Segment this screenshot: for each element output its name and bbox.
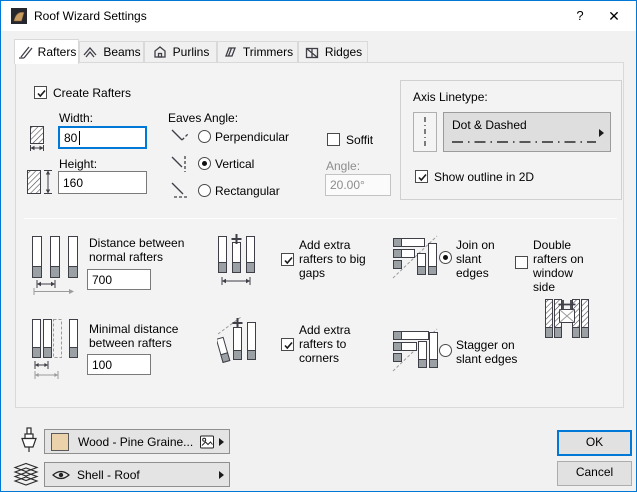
surface-paint-brush-icon: [19, 427, 39, 453]
show-outline-label: Show outline in 2D: [434, 170, 534, 184]
distance-normal-input[interactable]: [87, 269, 151, 290]
angle-input: [325, 174, 391, 196]
tab-rafters[interactable]: Rafters: [14, 39, 79, 64]
minimal-distance-label: Minimal distance between rafters: [89, 322, 201, 350]
corners-checkbox[interactable]: [281, 338, 294, 351]
eaves-perpendicular-icon: [169, 127, 193, 147]
join-slant-radio[interactable]: [439, 251, 452, 264]
normal-rafters-icon: [30, 235, 88, 295]
axis-linetype-dropdown[interactable]: Dot & Dashed: [443, 112, 611, 152]
minimal-distance-input[interactable]: [87, 354, 151, 375]
tab-label: Trimmers: [243, 45, 293, 59]
purlins-icon: [152, 44, 168, 60]
double-rafters-label: Double rafters on window side: [533, 238, 597, 294]
create-rafters-checkbox[interactable]: [34, 86, 47, 99]
big-gaps-label: Add extra rafters to big gaps: [299, 238, 385, 280]
tab-purlins[interactable]: Purlins: [144, 41, 217, 63]
help-button[interactable]: ?: [564, 1, 596, 31]
eaves-perpendicular-radio[interactable]: [198, 130, 211, 143]
minimal-rafters-icon: [30, 318, 88, 382]
axis-linetype-group: Axis Linetype: Dot & Dashed Show outline…: [400, 80, 622, 200]
surface-material-dropdown[interactable]: Wood - Pine Graine...: [44, 429, 230, 454]
ridges-icon: [304, 44, 320, 60]
distance-normal-label: Distance between normal rafters: [89, 236, 207, 264]
join-slant-icon: [392, 235, 438, 279]
dash-dot-line-preview: [452, 139, 596, 145]
extra-rafters-corners-icon: [217, 315, 259, 373]
eye-icon: [52, 469, 70, 481]
rafters-tab-panel: Create Rafters Width: Height: Eaves Angl…: [15, 62, 624, 408]
close-button[interactable]: ✕: [598, 1, 630, 31]
extra-rafters-gaps-icon: [216, 233, 258, 289]
rafters-icon: [17, 44, 33, 60]
tab-beams[interactable]: Beams: [79, 41, 144, 63]
eaves-perpendicular-label: Perpendicular: [215, 130, 289, 144]
tab-label: Beams: [103, 45, 140, 59]
big-gaps-checkbox[interactable]: [281, 253, 294, 266]
layer-stack-icon: [13, 461, 39, 487]
tab-ridges[interactable]: Ridges: [298, 41, 368, 63]
axis-linetype-label: Axis Linetype:: [413, 90, 488, 104]
show-outline-checkbox[interactable]: [415, 170, 428, 183]
tab-trimmers[interactable]: Trimmers: [217, 41, 298, 63]
tab-label: Rafters: [38, 45, 77, 59]
angle-label: Angle:: [326, 159, 360, 173]
roof-wizard-dialog: Roof Wizard Settings ? ✕ Rafters Beams P…: [0, 0, 637, 492]
double-rafters-checkbox[interactable]: [515, 256, 528, 269]
axis-linetype-value: Dot & Dashed: [452, 118, 527, 132]
tab-label: Purlins: [173, 45, 210, 59]
height-input[interactable]: [58, 171, 147, 194]
titlebar: Roof Wizard Settings ? ✕: [1, 1, 636, 31]
beams-icon: [82, 44, 98, 60]
eaves-rectangular-radio[interactable]: [198, 184, 211, 197]
app-icon: [11, 8, 27, 24]
layer-dropdown[interactable]: Shell - Roof: [44, 462, 230, 487]
join-slant-label: Join on slant edges: [456, 238, 508, 280]
cancel-button[interactable]: Cancel: [557, 461, 632, 486]
ok-label: OK: [559, 432, 630, 453]
dropdown-arrow-icon: [599, 129, 604, 137]
soffit-label: Soffit: [346, 133, 373, 147]
corners-label: Add extra rafters to corners: [299, 323, 375, 365]
stagger-slant-radio[interactable]: [439, 344, 452, 357]
tab-label: Ridges: [325, 45, 362, 59]
soffit-checkbox[interactable]: [327, 133, 340, 146]
eaves-vertical-label: Vertical: [215, 157, 254, 171]
stagger-slant-icon: [392, 328, 438, 372]
eaves-rectangular-icon: [169, 181, 193, 201]
layer-value: Shell - Roof: [77, 468, 219, 482]
ok-button[interactable]: OK: [557, 430, 632, 456]
stagger-slant-label: Stagger on slant edges: [456, 338, 536, 366]
axis-line-preview-icon[interactable]: [413, 112, 437, 152]
create-rafters-label: Create Rafters: [53, 86, 131, 100]
width-label: Width:: [59, 111, 93, 125]
dropdown-arrow-icon: [219, 471, 224, 479]
texture-image-icon: [200, 435, 215, 449]
eaves-rectangular-label: Rectangular: [215, 184, 280, 198]
rafter-height-icon: [26, 169, 54, 196]
double-rafters-window-icon: [544, 298, 590, 340]
height-label: Height:: [59, 157, 97, 171]
trimmers-icon: [222, 44, 238, 60]
surface-material-value: Wood - Pine Graine...: [78, 435, 200, 449]
rafter-width-icon: [28, 125, 50, 153]
eaves-vertical-radio[interactable]: [198, 157, 211, 170]
text-cursor: [79, 131, 80, 145]
window-title: Roof Wizard Settings: [34, 9, 147, 23]
material-color-swatch: [51, 433, 69, 451]
eaves-angle-label: Eaves Angle:: [168, 111, 238, 125]
dropdown-arrow-icon: [219, 438, 224, 446]
width-input[interactable]: [58, 126, 147, 149]
separator: [24, 218, 617, 219]
cancel-label: Cancel: [558, 462, 631, 483]
eaves-vertical-icon: [169, 154, 193, 174]
